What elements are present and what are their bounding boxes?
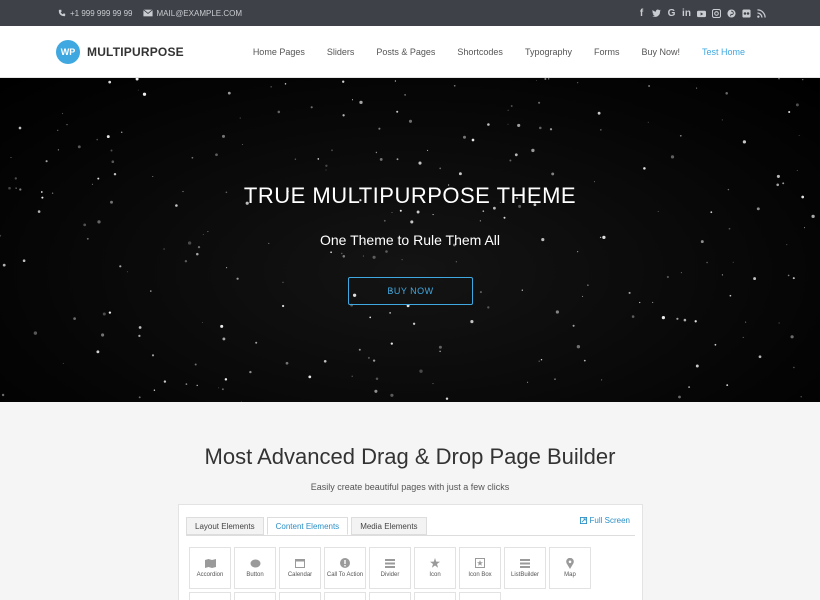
element-tile[interactable] bbox=[324, 592, 366, 600]
element-tile[interactable] bbox=[369, 592, 411, 600]
section-subtitle: Easily create beautiful pages with just … bbox=[310, 482, 510, 492]
star-icon bbox=[429, 557, 441, 569]
hero-title: TRUE MULTIPURPOSE THEME bbox=[243, 183, 577, 208]
nav-test-home[interactable]: Test Home bbox=[691, 47, 756, 57]
element-button[interactable]: Button bbox=[234, 547, 276, 589]
element-map[interactable]: Map bbox=[549, 547, 591, 589]
element-tile[interactable] bbox=[459, 592, 501, 600]
list-icon bbox=[519, 557, 531, 569]
tab-media-elements[interactable]: Media Elements bbox=[351, 517, 427, 535]
twitter-icon[interactable] bbox=[652, 8, 661, 19]
element-icon-box[interactable]: Icon Box bbox=[459, 547, 501, 589]
element-label: Icon bbox=[429, 572, 441, 578]
nav-forms[interactable]: Forms bbox=[583, 47, 631, 57]
nav-sliders[interactable]: Sliders bbox=[316, 47, 366, 57]
rss-icon[interactable] bbox=[757, 8, 766, 19]
element-accordion[interactable]: Accordion bbox=[189, 547, 231, 589]
element-tile[interactable] bbox=[414, 592, 456, 600]
top-bar: +1 999 999 99 99 MAIL@EXAMPLE.COM f G in bbox=[0, 0, 820, 26]
element-label: Call To Action bbox=[326, 572, 364, 578]
site-header: WP MULTIPURPOSE Home Pages Sliders Posts… bbox=[0, 26, 820, 78]
nav-buy-now[interactable]: Buy Now! bbox=[630, 47, 691, 57]
element-label: Map bbox=[564, 572, 576, 578]
element-icon[interactable]: Icon bbox=[414, 547, 456, 589]
phone-number: +1 999 999 99 99 bbox=[70, 8, 133, 18]
expand-icon bbox=[579, 517, 587, 524]
element-grid-row-2 bbox=[189, 592, 501, 600]
element-listbuilder[interactable]: ListBuilder bbox=[504, 547, 546, 589]
hero-subtitle: One Theme to Rule Them All bbox=[319, 232, 501, 248]
icon-box-icon bbox=[474, 557, 486, 569]
linkedin-icon[interactable]: in bbox=[682, 8, 691, 19]
logo-text: MULTIPURPOSE bbox=[87, 45, 184, 59]
social-links: f G in bbox=[637, 0, 766, 26]
mail-icon bbox=[142, 9, 153, 17]
email-contact[interactable]: MAIL@EXAMPLE.COM bbox=[142, 8, 242, 18]
element-tile[interactable] bbox=[279, 592, 321, 600]
tab-divider bbox=[186, 535, 635, 536]
contact-info: +1 999 999 99 99 MAIL@EXAMPLE.COM bbox=[58, 0, 242, 26]
builder-tabs: Layout Elements Content Elements Media E… bbox=[186, 517, 427, 535]
flickr-icon[interactable] bbox=[742, 8, 751, 19]
nav-home-pages[interactable]: Home Pages bbox=[242, 47, 316, 57]
google-icon[interactable]: G bbox=[667, 8, 676, 19]
instagram-icon[interactable] bbox=[712, 8, 721, 19]
full-screen-button[interactable]: Full Screen bbox=[579, 516, 630, 525]
buy-now-button[interactable]: BUY NOW bbox=[348, 277, 473, 305]
tab-layout-elements[interactable]: Layout Elements bbox=[186, 517, 264, 535]
logo-badge: WP bbox=[56, 40, 80, 64]
element-divider[interactable]: Divider bbox=[369, 547, 411, 589]
phone-icon bbox=[58, 9, 66, 17]
builder-panel: Layout Elements Content Elements Media E… bbox=[178, 504, 643, 600]
main-nav: Home Pages Sliders Posts & Pages Shortco… bbox=[242, 26, 756, 78]
site-logo[interactable]: WP MULTIPURPOSE bbox=[56, 40, 184, 64]
phone-contact[interactable]: +1 999 999 99 99 bbox=[58, 9, 133, 18]
page-builder-section: Most Advanced Drag & Drop Page Builder E… bbox=[0, 402, 820, 600]
button-icon bbox=[249, 557, 261, 569]
element-tile[interactable] bbox=[189, 592, 231, 600]
nav-shortcodes[interactable]: Shortcodes bbox=[446, 47, 514, 57]
calendar-icon bbox=[294, 557, 306, 569]
map-pin-icon bbox=[564, 557, 576, 569]
nav-typography[interactable]: Typography bbox=[514, 47, 583, 57]
full-screen-label: Full Screen bbox=[589, 516, 630, 525]
call-to-action-icon bbox=[339, 557, 351, 569]
element-label: ListBuilder bbox=[510, 572, 539, 578]
element-label: Calendar bbox=[287, 572, 313, 578]
section-title: Most Advanced Drag & Drop Page Builder bbox=[204, 444, 616, 469]
element-calendar[interactable]: Calendar bbox=[279, 547, 321, 589]
pinterest-icon[interactable] bbox=[727, 8, 736, 19]
element-label: Accordion bbox=[196, 572, 224, 578]
email-address: MAIL@EXAMPLE.COM bbox=[156, 8, 242, 18]
element-label: Divider bbox=[380, 572, 400, 578]
accordion-icon bbox=[204, 557, 216, 569]
nav-posts-pages[interactable]: Posts & Pages bbox=[365, 47, 446, 57]
element-tile[interactable] bbox=[234, 592, 276, 600]
tab-content-elements[interactable]: Content Elements bbox=[266, 517, 349, 535]
divider-icon bbox=[384, 557, 396, 569]
hero-banner: TRUE MULTIPURPOSE THEME One Theme to Rul… bbox=[0, 78, 820, 402]
facebook-icon[interactable]: f bbox=[637, 8, 646, 19]
element-call-to-action[interactable]: Call To Action bbox=[324, 547, 366, 589]
element-label: Button bbox=[246, 572, 264, 578]
element-label: Icon Box bbox=[468, 572, 492, 578]
youtube-icon[interactable] bbox=[697, 8, 706, 19]
element-grid: Accordion Button Calendar Call To Action… bbox=[189, 547, 609, 589]
